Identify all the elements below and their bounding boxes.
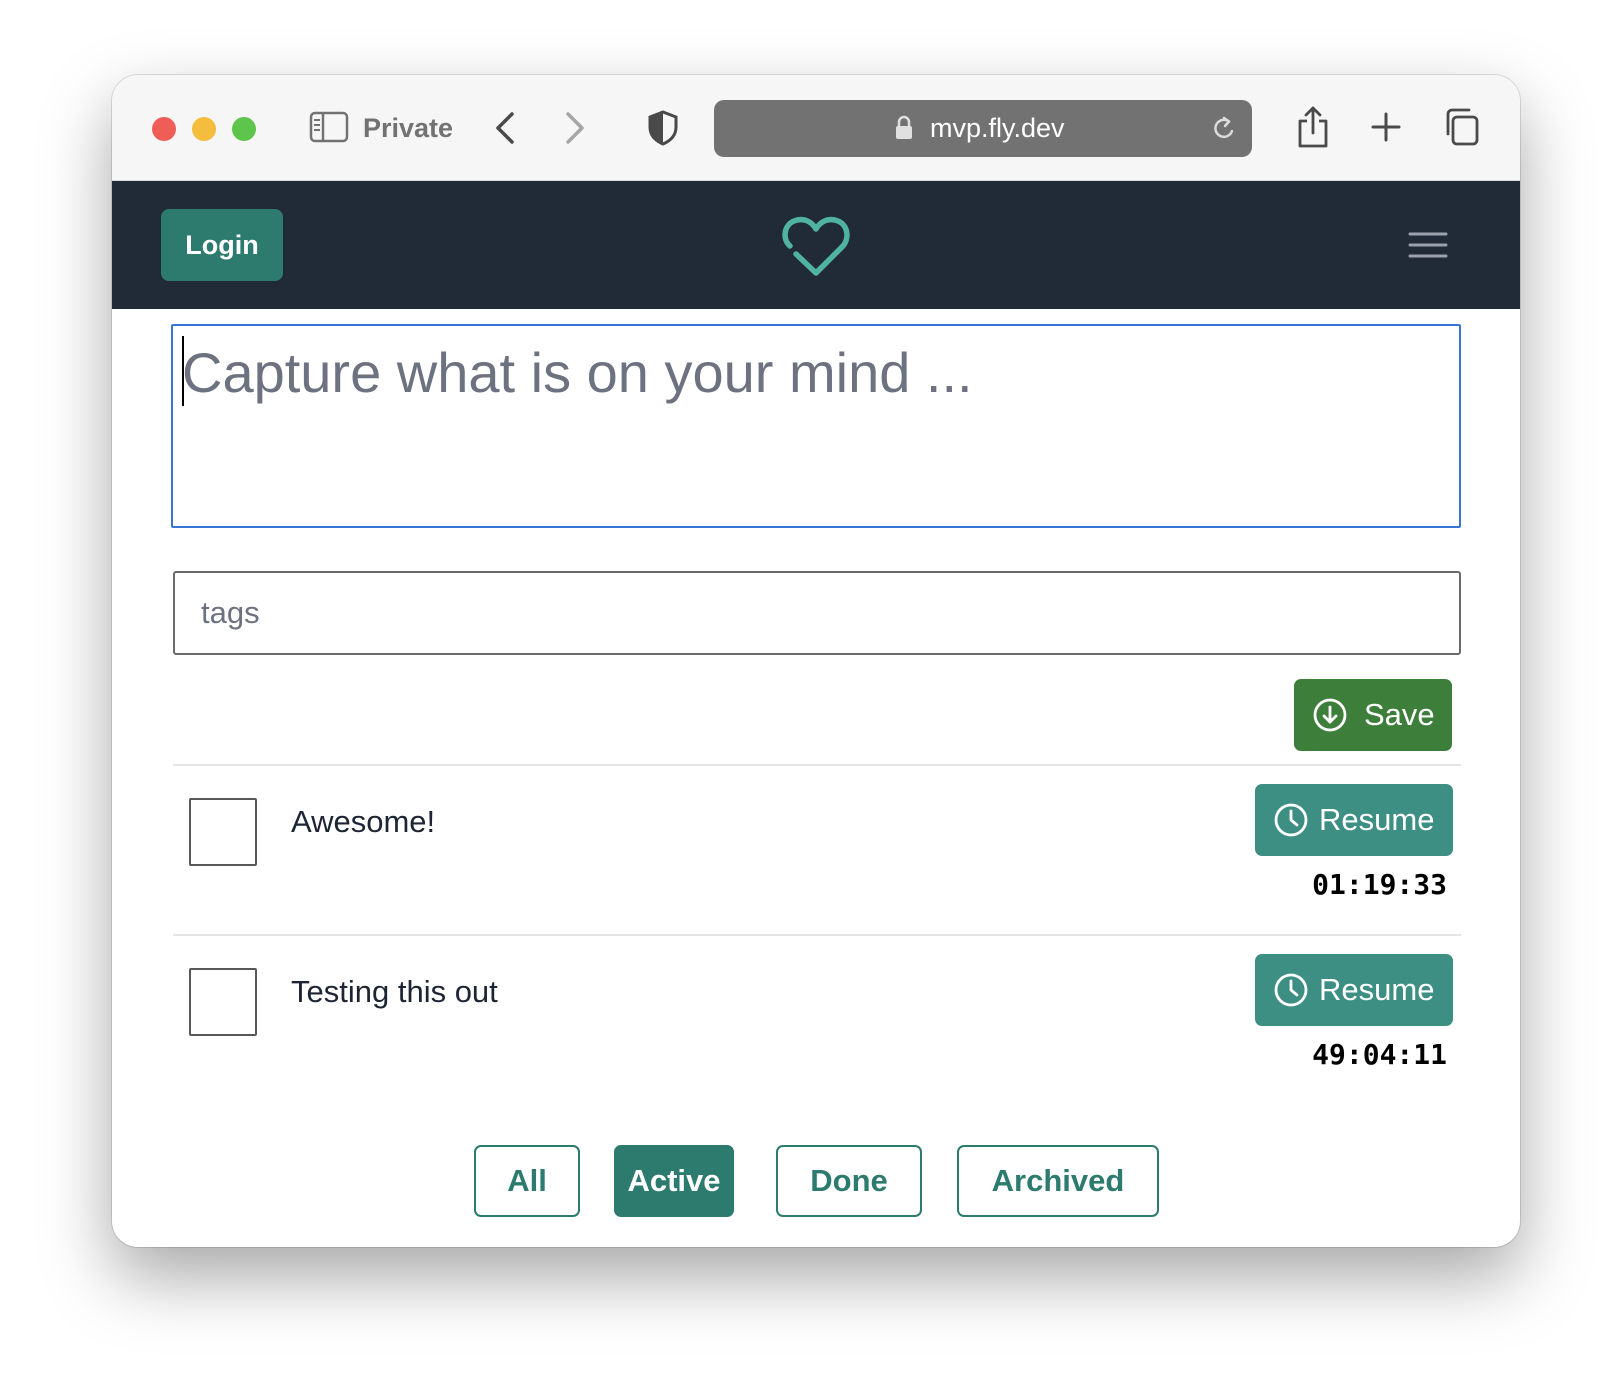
filter-all-button[interactable]: All	[474, 1145, 580, 1217]
task-timer: 49:04:11	[1312, 1038, 1447, 1071]
close-window-button[interactable]	[152, 117, 176, 141]
browser-toolbar: Private mvp.fly.dev	[112, 75, 1520, 181]
resume-button[interactable]: Resume	[1255, 784, 1453, 856]
resume-button[interactable]: Resume	[1255, 954, 1453, 1026]
reload-icon[interactable]	[1210, 114, 1238, 144]
new-tab-icon[interactable]	[1370, 109, 1402, 145]
url-text: mvp.fly.dev	[930, 113, 1065, 143]
task-text: Testing this out	[291, 974, 498, 1009]
filter-done-button[interactable]: Done	[776, 1145, 922, 1217]
resume-label: Resume	[1319, 802, 1435, 837]
zoom-window-button[interactable]	[232, 117, 256, 141]
clock-icon	[1273, 972, 1309, 1008]
mind-textarea[interactable]: Capture what is on your mind ...	[171, 324, 1461, 528]
hamburger-menu-icon[interactable]	[1408, 229, 1448, 261]
mind-placeholder: Capture what is on your mind ...	[182, 341, 973, 404]
lock-icon	[894, 115, 914, 141]
browser-window: Private mvp.fly.dev Login Capture what i…	[112, 75, 1520, 1247]
minimize-window-button[interactable]	[192, 117, 216, 141]
task-text: Awesome!	[291, 804, 436, 839]
resume-label: Resume	[1319, 972, 1435, 1007]
task-timer: 01:19:33	[1312, 868, 1447, 901]
save-button[interactable]: Save	[1294, 679, 1452, 751]
address-bar[interactable]: mvp.fly.dev	[714, 100, 1252, 157]
private-browsing-label: Private	[363, 113, 454, 143]
tab-overview-icon[interactable]	[1442, 107, 1480, 147]
app-navbar: Login	[112, 181, 1520, 309]
tags-input[interactable]: tags	[173, 571, 1461, 655]
heart-check-icon[interactable]	[782, 215, 850, 277]
save-label: Save	[1364, 697, 1435, 732]
task-checkbox[interactable]	[189, 968, 257, 1036]
back-icon[interactable]	[490, 109, 520, 147]
share-icon[interactable]	[1296, 105, 1330, 149]
forward-icon[interactable]	[560, 109, 590, 147]
download-circle-icon	[1312, 697, 1348, 733]
login-button[interactable]: Login	[161, 209, 283, 281]
task-row: Awesome! Resume 01:19:33	[173, 766, 1461, 934]
tags-placeholder: tags	[201, 595, 260, 630]
filter-archived-button[interactable]: Archived	[957, 1145, 1159, 1217]
clock-icon	[1273, 802, 1309, 838]
privacy-shield-icon[interactable]	[646, 109, 680, 147]
filter-active-button[interactable]: Active	[614, 1145, 734, 1217]
task-row: Testing this out Resume 49:04:11	[173, 936, 1461, 1104]
sidebar-toggle-icon[interactable]	[309, 111, 349, 143]
task-checkbox[interactable]	[189, 798, 257, 866]
